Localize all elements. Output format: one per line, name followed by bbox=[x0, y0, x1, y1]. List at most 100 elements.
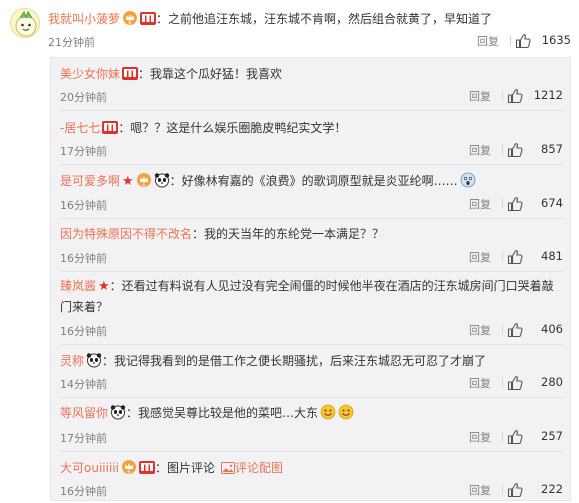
reply-time: 16分钟前 bbox=[60, 199, 107, 212]
reply-button[interactable]: 回复 bbox=[469, 429, 491, 445]
reply-text: ：还看过有料说有人见过没有完全闹僵的时候他半夜在酒店的汪东城房间门口哭着敲门来着… bbox=[60, 279, 554, 314]
divider bbox=[502, 377, 503, 388]
reply-button[interactable]: 回复 bbox=[469, 482, 491, 498]
divider bbox=[502, 324, 503, 335]
divider bbox=[502, 90, 503, 101]
thumbs-up-icon bbox=[507, 429, 523, 445]
reply-button[interactable]: 回复 bbox=[469, 249, 491, 265]
thumbs-up-icon bbox=[515, 33, 531, 49]
like-count: 481 bbox=[541, 249, 563, 263]
comment-meta: 21分钟前 回复 1635 bbox=[48, 32, 573, 50]
thumbs-up-icon bbox=[507, 249, 523, 265]
top-comment-line: 我就叫小菠萝 ：之前他追汪东城，汪东城不肯啊，然后组合就黄了，早知道了 bbox=[48, 10, 573, 27]
divider bbox=[502, 198, 503, 209]
divider bbox=[502, 251, 503, 262]
thumbs-up-icon bbox=[507, 482, 523, 498]
scream-emoji-icon bbox=[460, 172, 476, 188]
reply-line: 因为特殊原因不得不改名：我的天当年的东纶党一本满足？？ bbox=[60, 226, 565, 242]
comment-username[interactable]: 我就叫小菠萝 bbox=[48, 12, 120, 26]
like-count: 1212 bbox=[533, 88, 563, 102]
user-avatar[interactable] bbox=[10, 8, 40, 38]
reply-username[interactable]: 美少女你妹 bbox=[60, 67, 120, 81]
avatar-icon bbox=[15, 10, 37, 37]
reply-button[interactable]: 回复 bbox=[469, 88, 491, 104]
divider bbox=[502, 484, 503, 495]
like-button[interactable]: 280 bbox=[507, 374, 565, 392]
reply-username[interactable]: 大可ouiiiiii bbox=[60, 461, 119, 475]
vip-crown-icon bbox=[136, 172, 152, 188]
row-divider bbox=[60, 164, 564, 165]
reply-line: 是可爱多啊 ★ ：好像林宥嘉的《浪费》的歌词原型就是炎亚纶啊…… bbox=[60, 172, 565, 190]
red-member-badge-icon bbox=[122, 67, 138, 80]
like-button[interactable]: 406 bbox=[507, 321, 565, 339]
reply-meta: 14分钟前 回复 280 bbox=[60, 374, 565, 392]
thumbs-up-icon bbox=[507, 322, 523, 338]
reply-time: 16分钟前 bbox=[60, 252, 107, 265]
reply-button[interactable]: 回复 bbox=[469, 196, 491, 212]
reply-text: ：图片评论 bbox=[154, 461, 215, 475]
like-button[interactable]: 674 bbox=[507, 195, 565, 213]
reply-line: 等风留你 ：我感觉吴尊比较是他的菜吧…大东 bbox=[60, 404, 565, 421]
like-button[interactable]: 257 bbox=[507, 428, 565, 446]
reply-meta: 17分钟前 回复 857 bbox=[60, 141, 565, 159]
row-divider bbox=[60, 110, 564, 111]
reply-meta: 16分钟前 回复 481 bbox=[60, 248, 565, 266]
reply-text: ：好像林宥嘉的《浪费》的歌词原型就是炎亚纶啊…… bbox=[169, 174, 458, 188]
reply-username[interactable]: 是可爱多啊 bbox=[60, 174, 120, 188]
reply-username[interactable]: 因为特殊原因不得不改名 bbox=[60, 227, 192, 241]
like-count: 222 bbox=[541, 482, 563, 496]
reply-text: ：我感觉吴尊比较是他的菜吧…大东 bbox=[126, 406, 319, 420]
reply-meta: 17分钟前 回复 257 bbox=[60, 428, 565, 446]
vip-crown-icon bbox=[121, 459, 137, 475]
reply-button[interactable]: 回复 bbox=[477, 33, 499, 49]
view-picture-link[interactable]: 评论配图 bbox=[235, 461, 283, 475]
vip-crown-icon bbox=[122, 10, 138, 26]
like-button[interactable]: 1635 bbox=[515, 32, 573, 50]
divider bbox=[502, 431, 503, 442]
grin-emoji-icon bbox=[338, 404, 354, 420]
reply-meta: 16分钟前 回复 222 bbox=[60, 481, 565, 499]
divider bbox=[510, 35, 511, 46]
like-button[interactable]: 1212 bbox=[507, 87, 565, 105]
smile-emoji-icon bbox=[320, 404, 336, 420]
reply-meta: 20分钟前 回复 1212 bbox=[60, 87, 565, 105]
red-member-badge-icon bbox=[102, 121, 118, 134]
reply-button[interactable]: 回复 bbox=[469, 375, 491, 391]
reply-line: 大可ouiiiiii ：图片评论 评论配图 bbox=[60, 459, 565, 476]
panda-emoji-icon bbox=[154, 172, 170, 188]
reply-text: ：嗯？？这是什么娱乐圈脆皮鸭纪实文学！ bbox=[118, 121, 347, 135]
reply-time: 20分钟前 bbox=[60, 91, 107, 104]
like-count: 1635 bbox=[541, 33, 571, 47]
row-divider bbox=[60, 218, 564, 219]
reply-line: 臻岚酱 ★：还看过有料说有人见过没有完全闹僵的时候他半夜在酒店的汪东城房间门口哭着… bbox=[60, 276, 565, 317]
reply-line: -居七七 ：嗯？？这是什么娱乐圈脆皮鸭纪实文学！ bbox=[60, 120, 565, 136]
like-count: 674 bbox=[541, 196, 563, 210]
reply-text: ：我记得我看到的是借工作之便长期骚扰，后来汪东城忍无可忍了才崩了 bbox=[102, 354, 487, 368]
reply-time: 17分钟前 bbox=[60, 145, 107, 158]
thumbs-up-icon bbox=[507, 88, 523, 104]
panda-emoji-icon bbox=[110, 404, 126, 420]
comment-text: ：之前他追汪东城，汪东城不肯啊，然后组合就黄了，早知道了 bbox=[156, 12, 493, 26]
row-divider bbox=[60, 397, 564, 398]
row-divider bbox=[60, 344, 564, 345]
like-button[interactable]: 481 bbox=[507, 248, 565, 266]
reply-username[interactable]: 灵称 bbox=[60, 354, 84, 368]
red-member-badge-icon bbox=[140, 12, 156, 25]
like-count: 280 bbox=[541, 375, 563, 389]
reply-username[interactable]: 臻岚酱 bbox=[60, 279, 96, 293]
reply-button[interactable]: 回复 bbox=[469, 142, 491, 158]
comment-thread: 我就叫小菠萝 ：之前他追汪东城，汪东城不肯啊，然后组合就黄了，早知道了 21分钟前… bbox=[0, 0, 579, 503]
reply-button[interactable]: 回复 bbox=[469, 322, 491, 338]
row-divider bbox=[60, 271, 564, 272]
reply-time: 14分钟前 bbox=[60, 378, 107, 391]
like-button[interactable]: 857 bbox=[507, 141, 565, 159]
divider bbox=[502, 144, 503, 155]
like-button[interactable]: 222 bbox=[507, 481, 565, 499]
reply-meta: 16分钟前 回复 674 bbox=[60, 195, 565, 213]
row-divider bbox=[60, 451, 564, 452]
thumbs-up-icon bbox=[507, 142, 523, 158]
reply-username[interactable]: -居七七 bbox=[60, 121, 100, 135]
reply-line: 灵称 ：我记得我看到的是借工作之便长期骚扰，后来汪东城忍无可忍了才崩了 bbox=[60, 352, 565, 369]
reply-username[interactable]: 等风留你 bbox=[60, 406, 108, 420]
image-icon bbox=[221, 462, 235, 474]
